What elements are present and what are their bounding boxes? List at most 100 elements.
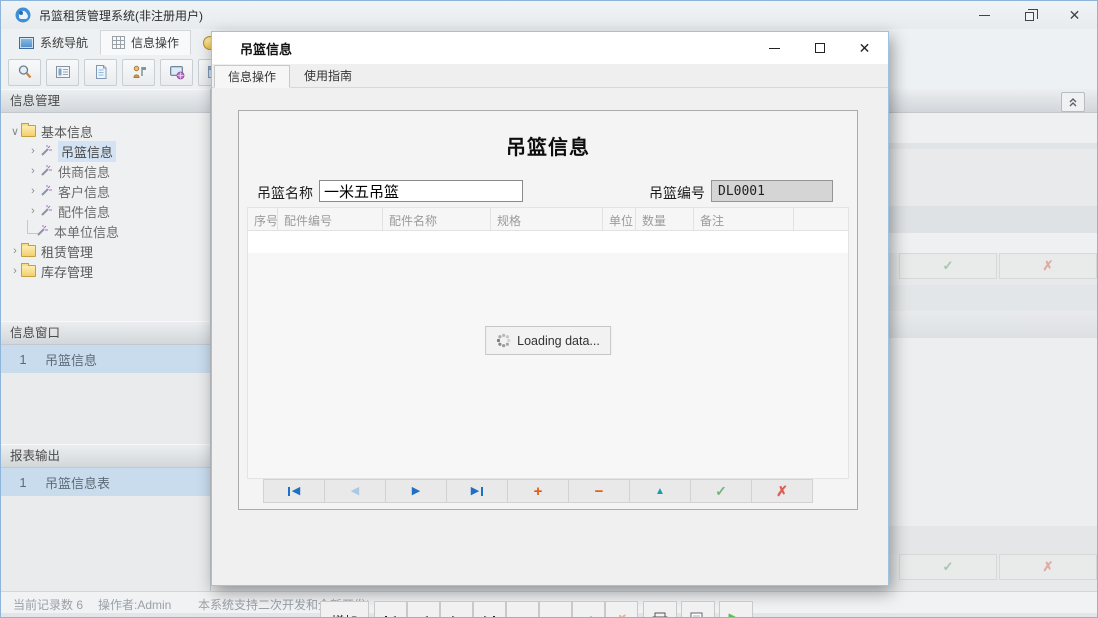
- prev-icon: ◀: [351, 486, 359, 497]
- collapse-panel-button[interactable]: [1061, 92, 1085, 112]
- tool-icon: [35, 224, 49, 238]
- tree-item-unit-info[interactable]: 本单位信息: [1, 221, 210, 241]
- basket-info-dialog: 吊篮信息 ✕ 信息操作 使用指南 吊篮信息 吊篮名称 吊篮编号: [211, 31, 889, 586]
- tool-icon: [39, 204, 53, 218]
- insert-record-button[interactable]: +: [507, 479, 569, 503]
- spinner-icon: [496, 333, 511, 348]
- tool-icon: [39, 184, 53, 198]
- play-icon: ▶: [729, 611, 744, 618]
- info-window-item[interactable]: 1 吊篮信息: [1, 345, 210, 373]
- footer-post-button[interactable]: ✓: [572, 601, 605, 618]
- col-unit[interactable]: 单位: [603, 208, 636, 230]
- tree-item-basic-info[interactable]: ∨ 基本信息: [1, 121, 210, 141]
- background-cancel-button[interactable]: ✗: [999, 554, 1097, 580]
- col-remark[interactable]: 备注: [694, 208, 794, 230]
- cross-icon: ✗: [616, 612, 628, 618]
- panel-heading: 吊篮信息: [239, 131, 857, 160]
- tree-item-basket-info[interactable]: › 吊篮信息: [1, 141, 210, 161]
- tab-info-operation[interactable]: 信息操作: [100, 30, 191, 55]
- tool-icon: [39, 144, 53, 158]
- search-document-button[interactable]: [8, 59, 41, 86]
- dialog-tabbar: 信息操作 使用指南: [212, 64, 888, 88]
- main-window: 吊篮租赁管理系统(非注册用户) ✕ 系统导航 信息操作 使用指南: [0, 0, 1098, 618]
- dialog-title: 吊篮信息: [240, 39, 292, 58]
- grid-empty-row: [248, 231, 848, 253]
- cross-icon: ✗: [1043, 559, 1054, 575]
- tree-item-rental-manage[interactable]: › 租赁管理: [1, 241, 210, 261]
- tree-item-supplier-info[interactable]: › 供商信息: [1, 161, 210, 181]
- footer-first-button[interactable]: ◀: [374, 601, 407, 618]
- post-record-button[interactable]: ✓: [690, 479, 752, 503]
- close-icon: ✕: [1069, 8, 1081, 22]
- chevron-collapsed-icon[interactable]: ›: [9, 265, 21, 277]
- basket-info-panel: 吊篮信息 吊篮名称 吊篮编号 序号 配件编号 配件名称 规格 单位 数量: [238, 110, 858, 510]
- nav-tree: ∨ 基本信息 › 吊篮信息 › 供商信息: [1, 113, 210, 321]
- print-preview-button[interactable]: [681, 601, 715, 618]
- edit-icon: ▲: [655, 486, 665, 497]
- first-record-button[interactable]: ◀: [263, 479, 325, 503]
- chevron-collapsed-icon[interactable]: ›: [27, 205, 39, 217]
- col-part-code[interactable]: 配件编号: [278, 208, 383, 230]
- cancel-record-button[interactable]: ✗: [751, 479, 813, 503]
- chevron-collapsed-icon[interactable]: ›: [9, 245, 21, 257]
- col-spec[interactable]: 规格: [491, 208, 603, 230]
- next-icon: ▶: [412, 486, 420, 497]
- monitor-globe-button[interactable]: [160, 59, 193, 86]
- monitor-icon: [19, 37, 34, 49]
- minimize-icon: [979, 15, 990, 16]
- footer-cancel-button[interactable]: ✗: [605, 601, 638, 618]
- footer-prev-button[interactable]: ◀: [407, 601, 440, 618]
- footer-last-button[interactable]: ▶: [473, 601, 506, 618]
- dialog-maximize-button[interactable]: [797, 32, 842, 64]
- next-record-button[interactable]: ▶: [385, 479, 447, 503]
- main-titlebar: 吊篮租赁管理系统(非注册用户) ✕: [1, 1, 1097, 29]
- app-logo-icon: [15, 7, 31, 23]
- background-cancel-button[interactable]: ✗: [999, 253, 1097, 279]
- background-post-button[interactable]: ✓: [899, 253, 997, 279]
- folder-icon: [21, 125, 36, 137]
- tree-item-customer-info[interactable]: › 客户信息: [1, 181, 210, 201]
- prev-record-button[interactable]: ◀: [324, 479, 386, 503]
- dialog-tab-user-guide[interactable]: 使用指南: [290, 64, 366, 87]
- col-seq[interactable]: 序号: [248, 208, 278, 230]
- loading-indicator: Loading data...: [485, 326, 611, 355]
- add-button[interactable]: 增加: [320, 601, 369, 618]
- document-button[interactable]: [84, 59, 117, 86]
- printer-icon: [651, 612, 669, 618]
- minimize-button[interactable]: [962, 1, 1007, 29]
- delete-record-button[interactable]: −: [568, 479, 630, 503]
- tree-item-stock-manage[interactable]: › 库存管理: [1, 261, 210, 281]
- form-row: 吊篮名称 吊篮编号: [239, 180, 857, 204]
- form-list-button[interactable]: [46, 59, 79, 86]
- chevron-collapsed-icon[interactable]: ›: [27, 145, 39, 157]
- print-preview-icon: [689, 612, 707, 618]
- footer-edit-button[interactable]: ▲: [539, 601, 572, 618]
- footer-next-button[interactable]: ▶: [440, 601, 473, 618]
- background-post-button[interactable]: ✓: [899, 554, 997, 580]
- restore-button[interactable]: [1007, 1, 1052, 29]
- footer-delete-button[interactable]: −: [506, 601, 539, 618]
- user-flag-button[interactable]: [122, 59, 155, 86]
- grid-icon: [112, 36, 125, 49]
- print-button[interactable]: [643, 601, 677, 618]
- prev-icon: ◀: [419, 615, 427, 618]
- close-button[interactable]: ✕: [1052, 1, 1097, 29]
- chevron-collapsed-icon[interactable]: ›: [27, 185, 39, 197]
- tab-system-nav[interactable]: 系统导航: [7, 30, 100, 55]
- dialog-minimize-button[interactable]: [752, 32, 797, 64]
- dialog-close-button[interactable]: ✕: [842, 32, 887, 64]
- last-record-button[interactable]: ▶: [446, 479, 508, 503]
- tree-item-parts-info[interactable]: › 配件信息: [1, 201, 210, 221]
- col-qty[interactable]: 数量: [636, 208, 694, 230]
- edit-record-button[interactable]: ▲: [629, 479, 691, 503]
- document-icon: [93, 64, 109, 80]
- grid-navigator: ◀ ◀ ▶ ▶ + − ▲ ✓ ✗: [264, 479, 813, 503]
- dialog-tab-info-operation[interactable]: 信息操作: [214, 65, 290, 88]
- col-part-name[interactable]: 配件名称: [383, 208, 491, 230]
- chevron-expanded-icon[interactable]: ∨: [9, 125, 21, 138]
- report-item[interactable]: 1 吊篮信息表: [1, 468, 210, 496]
- folder-icon: [21, 245, 36, 257]
- chevron-collapsed-icon[interactable]: ›: [27, 165, 39, 177]
- basket-name-input[interactable]: [319, 180, 523, 202]
- run-button[interactable]: ▶: [719, 601, 753, 618]
